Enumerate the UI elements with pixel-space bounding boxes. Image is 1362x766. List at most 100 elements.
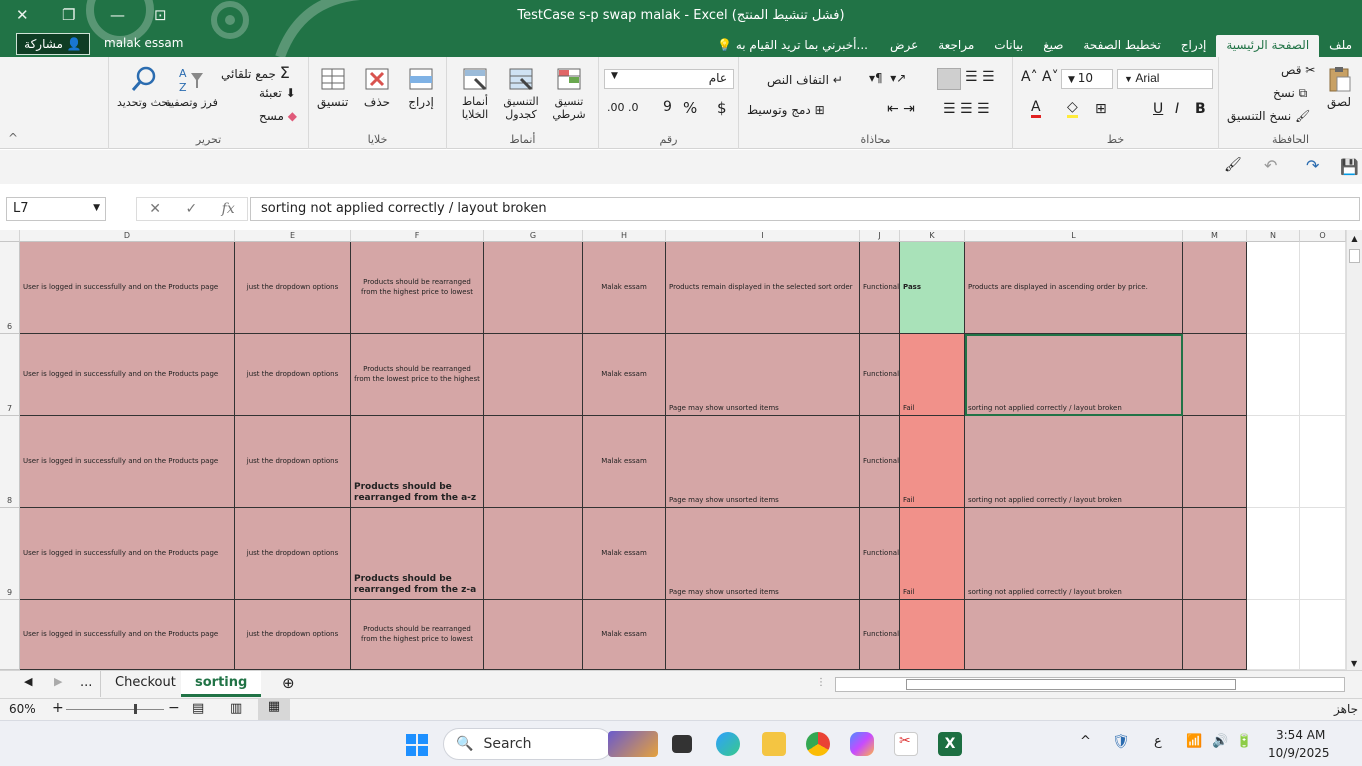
cell-i[interactable]: Page may show unsorted items (666, 334, 860, 416)
taskbar-search[interactable]: 🔍 Search (443, 728, 613, 760)
cell-styles-button[interactable]: أنماط الخلايا (455, 65, 495, 121)
cell-h[interactable]: Malak essam (583, 508, 666, 600)
cell-h[interactable]: Malak essam (583, 600, 666, 670)
number-format-select[interactable]: ▼ عام (604, 69, 734, 89)
language-indicator[interactable]: ع (1154, 734, 1162, 749)
wifi-icon[interactable]: 📶 (1186, 734, 1202, 749)
column-header[interactable]: O (1300, 230, 1346, 242)
format-painter-button[interactable]: نسخ التنسيق 🖌 (1227, 109, 1310, 123)
zoom-slider[interactable] (66, 704, 164, 714)
insert-function-button[interactable]: fx (222, 201, 235, 217)
cell-j[interactable]: Functional (860, 508, 900, 600)
cell-m[interactable] (1183, 508, 1247, 600)
clear-button[interactable]: مسح ◆ (259, 109, 297, 123)
tab-view[interactable]: عرض (880, 35, 928, 57)
clock-time[interactable]: 3:54 AM (1276, 728, 1325, 742)
column-header[interactable]: F (351, 230, 484, 242)
font-color-icon[interactable]: A (1031, 99, 1041, 118)
font-size-select[interactable]: ▼ 10 (1061, 69, 1113, 89)
clock-date[interactable]: 10/9/2025 (1268, 746, 1330, 760)
row-header[interactable] (0, 600, 20, 670)
snipping-tool-icon[interactable]: ✂ (894, 732, 918, 756)
autosum-button[interactable]: جمع تلقائي Σ (221, 63, 290, 82)
cell-g[interactable] (484, 600, 583, 670)
cell-j[interactable]: Functional (860, 334, 900, 416)
horizontal-scrollbar[interactable] (835, 677, 1345, 692)
column-header[interactable]: E (235, 230, 351, 242)
cell-d[interactable]: User is logged in successfully and on th… (20, 242, 235, 334)
prev-sheet-icon[interactable]: ◀ (24, 675, 32, 688)
decimal-icons[interactable]: .00 .0 (607, 101, 639, 114)
security-icon[interactable]: 🛡 (1112, 734, 1130, 750)
split-handle-icon[interactable]: ⋮ (816, 677, 826, 688)
cell-i[interactable]: Page may show unsorted items (666, 508, 860, 600)
cell-i[interactable]: Products remain displayed in the selecte… (666, 242, 860, 334)
next-sheet-icon[interactable]: ▶ (54, 675, 62, 688)
indent-icons[interactable]: ⇤ ⇥ (887, 101, 915, 117)
file-explorer-icon[interactable] (762, 732, 786, 756)
zoom-level[interactable]: 60% (9, 702, 36, 716)
user-name[interactable]: malak essam (104, 36, 183, 50)
cell-g[interactable] (484, 508, 583, 600)
cell-h[interactable]: Malak essam (583, 242, 666, 334)
scroll-thumb[interactable] (1349, 249, 1360, 263)
cell-j[interactable]: Functional (860, 416, 900, 508)
edge-icon[interactable] (716, 732, 740, 756)
align-bottom-button[interactable] (937, 68, 961, 90)
cancel-icon[interactable]: ✕ (149, 201, 161, 217)
column-header[interactable]: K (900, 230, 965, 242)
comma-style-button[interactable]: 9 (663, 99, 672, 115)
row-header[interactable]: 9 (0, 508, 20, 600)
cell-k[interactable] (900, 600, 965, 670)
cell-g[interactable] (484, 334, 583, 416)
tab-data[interactable]: بيانات (984, 35, 1033, 57)
cell-o[interactable] (1300, 416, 1346, 508)
redo-icon[interactable]: ↷ (1306, 156, 1319, 175)
save-icon[interactable]: 💾 (1340, 158, 1359, 176)
cell-f[interactable]: Products should be rearranged from the z… (351, 508, 484, 600)
chrome-icon[interactable] (806, 732, 830, 756)
formula-input[interactable]: sorting not applied correctly / layout b… (250, 197, 1360, 221)
cell-e[interactable]: just the dropdown options (235, 600, 351, 670)
battery-icon[interactable]: 🔋 (1236, 734, 1252, 749)
font-grow-shrink[interactable]: A˄ A˅ (1021, 69, 1059, 85)
copy-button[interactable]: نسخ ⧉ (1273, 86, 1307, 101)
column-header[interactable]: D (20, 230, 235, 242)
currency-button[interactable]: $ (717, 99, 727, 117)
cell-o[interactable] (1300, 334, 1346, 416)
cell-n[interactable] (1247, 242, 1300, 334)
borders-button[interactable]: ⊞ (1095, 101, 1107, 117)
delete-cells-button[interactable]: حذف (363, 65, 391, 109)
cell-h[interactable]: Malak essam (583, 416, 666, 508)
sheet-tab-sorting[interactable]: sorting (181, 671, 262, 697)
cell-f[interactable]: Products should be rearranged from the h… (351, 600, 484, 670)
cell-i[interactable]: Page may show unsorted items (666, 416, 860, 508)
cell-f[interactable]: Products should be rearranged from the l… (351, 334, 484, 416)
cell-g[interactable] (484, 416, 583, 508)
cell-l[interactable]: sorting not applied correctly / layout b… (965, 508, 1183, 600)
cell-l[interactable] (965, 600, 1183, 670)
sheet-tab-checkout[interactable]: Checkout (100, 671, 190, 697)
cell-f[interactable]: Products should be rearranged from the h… (351, 242, 484, 334)
cell-e[interactable]: just the dropdown options (235, 416, 351, 508)
cell-n[interactable] (1247, 600, 1300, 670)
cell-d[interactable]: User is logged in successfully and on th… (20, 416, 235, 508)
page-layout-view-icon[interactable]: ▤ (192, 701, 204, 716)
add-sheet-icon[interactable]: ⊕ (282, 674, 295, 692)
font-name-select[interactable]: ▼ Arial (1117, 69, 1213, 89)
zoom-in-icon[interactable]: + (52, 700, 64, 716)
cell-d[interactable]: User is logged in successfully and on th… (20, 334, 235, 416)
tab-page-layout[interactable]: تخطيط الصفحة (1073, 35, 1170, 57)
cell-h[interactable]: Malak essam (583, 334, 666, 416)
tab-home[interactable]: الصفحة الرئيسية (1216, 35, 1320, 57)
h-scroll-thumb[interactable] (906, 679, 1236, 690)
format-cells-button[interactable]: تنسيق (317, 65, 348, 109)
vertical-scrollbar[interactable]: ▲ ▼ (1346, 230, 1362, 670)
column-header[interactable]: G (484, 230, 583, 242)
collapse-ribbon-icon[interactable]: ^ (8, 131, 18, 145)
copilot-icon[interactable] (850, 732, 874, 756)
cell-j[interactable]: Functional (860, 600, 900, 670)
select-all-corner[interactable] (0, 230, 20, 242)
cell-m[interactable] (1183, 416, 1247, 508)
cell-n[interactable] (1247, 508, 1300, 600)
